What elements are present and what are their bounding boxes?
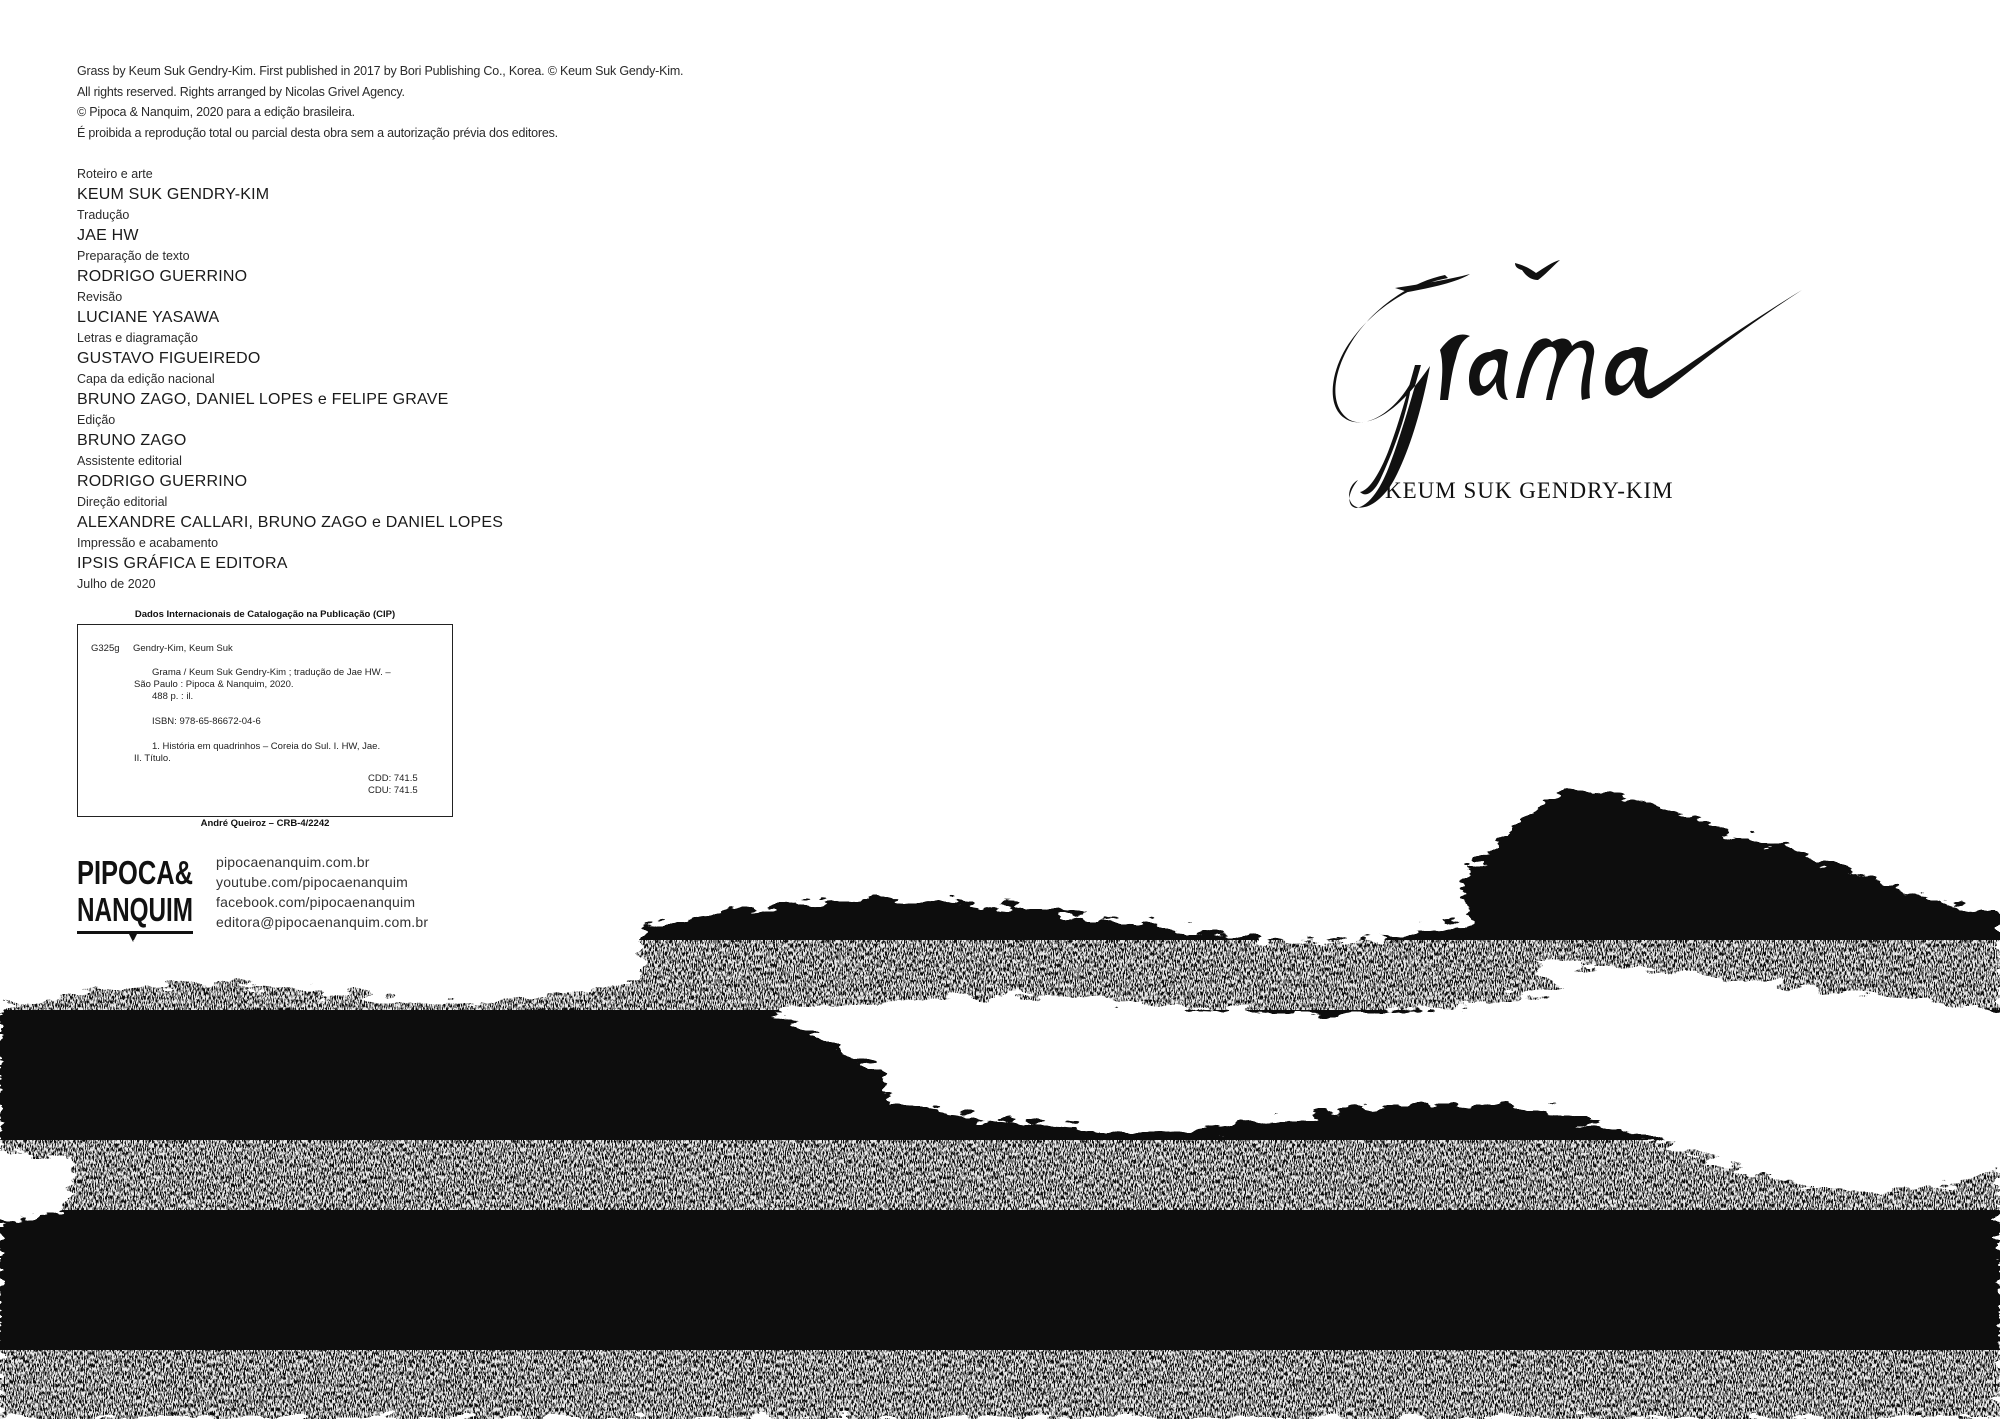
credit-role: Letras e diagramação bbox=[77, 331, 198, 345]
title-letter-r bbox=[1440, 334, 1470, 400]
credit-role: Assistente editorial bbox=[77, 454, 182, 468]
title-letter-a-tail bbox=[1605, 290, 1802, 399]
title-letter-m bbox=[1516, 338, 1595, 400]
cip-heading: Dados Internacionais de Catalogação na P… bbox=[134, 609, 396, 620]
copyright-line: É proibida a reprodução total ou parcial… bbox=[77, 125, 558, 140]
credit-name: ALEXANDRE CALLARI, BRUNO ZAGO e DANIEL L… bbox=[77, 514, 504, 531]
credit-name: JAE HW bbox=[77, 227, 139, 244]
cip-code: G325g bbox=[91, 643, 120, 654]
credit-name: GUSTAVO FIGUEIREDO bbox=[77, 350, 261, 367]
credit-role: Preparação de texto bbox=[77, 249, 190, 263]
credit-name: LUCIANE YASAWA bbox=[77, 309, 220, 326]
copyright-line: Grass by Keum Suk Gendry-Kim. First publ… bbox=[77, 64, 684, 78]
credit-role: Capa da edição nacional bbox=[77, 372, 215, 386]
copyright-notice: Grass by Keum Suk Gendry-Kim. First publ… bbox=[77, 61, 757, 143]
credit-role: Direção editorial bbox=[77, 495, 168, 509]
cip-title-line: São Paulo : Pipoca & Nanquim, 2020. bbox=[134, 679, 294, 690]
title-letter-g bbox=[1332, 275, 1448, 508]
credits-list: Roteiro e arte KEUM SUK GENDRY-KIM Tradu… bbox=[77, 165, 677, 593]
credit-name: KEUM SUK GENDRY-KIM bbox=[77, 186, 270, 203]
cip-title-line: Grama / Keum Suk Gendry-Kim ; tradução d… bbox=[152, 667, 391, 678]
cip-body: Grama / Keum Suk Gendry-Kim ; tradução d… bbox=[134, 667, 434, 765]
cip-pages: 488 p. : il. bbox=[152, 691, 194, 702]
credit-role: Impressão e acabamento bbox=[77, 536, 219, 550]
credit-name: IPSIS GRÁFICA E EDITORA bbox=[77, 555, 288, 572]
copyright-line: © Pipoca & Nanquim, 2020 para a edição b… bbox=[77, 105, 355, 119]
copyright-line: All rights reserved. Rights arranged by … bbox=[77, 84, 405, 99]
credit-role: Roteiro e arte bbox=[77, 167, 153, 181]
mountain-ridges bbox=[0, 788, 2000, 1419]
cip-subjects: 1. História em quadrinhos – Coreia do Su… bbox=[152, 741, 381, 752]
ink-mountains-illustration bbox=[0, 788, 2000, 1419]
credit-role: Revisão bbox=[77, 290, 123, 304]
cover-author: KEUM SUK GENDRY-KIM bbox=[1385, 478, 1674, 503]
publication-date: Julho de 2020 bbox=[77, 577, 156, 591]
credit-name: BRUNO ZAGO, DANIEL LOPES e FELIPE GRAVE bbox=[77, 391, 449, 408]
credit-name: BRUNO ZAGO bbox=[77, 432, 187, 449]
bird-icon bbox=[1515, 260, 1560, 280]
credit-name: RODRIGO GUERRINO bbox=[77, 473, 248, 490]
title-letter-a bbox=[1468, 349, 1508, 400]
credit-role: Tradução bbox=[77, 208, 130, 222]
title-stroke bbox=[1395, 274, 1470, 292]
cip-author: Gendry-Kim, Keum Suk bbox=[133, 643, 233, 654]
cip-isbn: ISBN: 978-65-86672-04-6 bbox=[152, 716, 261, 727]
credit-role: Edição bbox=[77, 413, 116, 427]
credit-name: RODRIGO GUERRINO bbox=[77, 268, 248, 285]
